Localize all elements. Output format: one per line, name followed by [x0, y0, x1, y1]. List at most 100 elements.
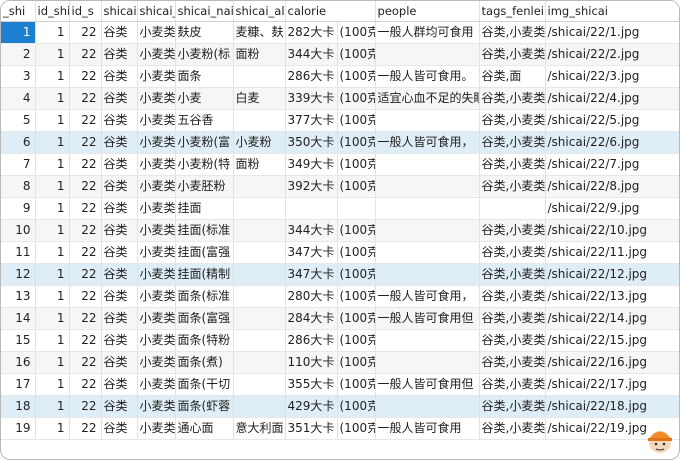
- cell-name[interactable]: 面条(标准: [175, 285, 234, 308]
- cell-calorie[interactable]: 347大卡: [285, 241, 338, 264]
- table-row[interactable]: 15122谷类小麦类面条(特粉 286大卡(100克 谷类,小麦类/shicai/2…: [1, 329, 679, 352]
- cell-name[interactable]: 面条: [175, 65, 234, 88]
- cell-tags[interactable]: 谷类,面: [479, 65, 546, 88]
- cell-name[interactable]: 小麦粉(富: [175, 131, 234, 154]
- cell-id-s[interactable]: 22: [69, 285, 102, 308]
- cell-tags[interactable]: 谷类,小麦类: [479, 153, 546, 176]
- cell-id-shi[interactable]: 1: [35, 153, 70, 176]
- row-number-cell[interactable]: 5: [1, 109, 36, 132]
- cell-name[interactable]: 小麦粉(标: [175, 43, 234, 66]
- cell-people[interactable]: [375, 351, 480, 374]
- cell-tags[interactable]: 谷类,小麦类: [479, 131, 546, 154]
- cell-alias[interactable]: [233, 175, 286, 198]
- cell-category[interactable]: 谷类: [101, 351, 138, 374]
- cell-people[interactable]: [375, 43, 480, 66]
- row-number-cell[interactable]: 19: [1, 417, 36, 440]
- row-number-cell[interactable]: 17: [1, 373, 36, 396]
- column-header[interactable]: shicai_: [137, 1, 176, 22]
- cell-calorie-unit[interactable]: (100克: [337, 263, 376, 286]
- cell-name[interactable]: 面条(煮): [175, 351, 234, 374]
- cell-img-path[interactable]: /shicai/22/16.jpg: [545, 351, 679, 374]
- cell-subcategory[interactable]: 小麦类: [137, 65, 176, 88]
- column-header[interactable]: id_shi: [35, 1, 70, 22]
- table-row[interactable]: 19122谷类小麦类通心面意大利面351大卡(100克一般人皆可食用谷类,小麦类…: [1, 417, 679, 440]
- cell-alias[interactable]: [233, 65, 286, 88]
- cell-category[interactable]: 谷类: [101, 373, 138, 396]
- cell-subcategory[interactable]: 小麦类: [137, 351, 176, 374]
- cell-people[interactable]: [375, 241, 480, 264]
- cell-category[interactable]: 谷类: [101, 175, 138, 198]
- cell-id-s[interactable]: 22: [69, 329, 102, 352]
- cell-img-path[interactable]: /shicai/22/17.jpg: [545, 373, 679, 396]
- cell-subcategory[interactable]: 小麦类: [137, 197, 176, 220]
- cell-calorie-unit[interactable]: (100克: [337, 109, 376, 132]
- cell-name[interactable]: 面条(富强: [175, 307, 234, 330]
- cell-calorie[interactable]: 339大卡: [285, 87, 338, 110]
- cell-calorie[interactable]: 344大卡: [285, 219, 338, 242]
- cell-alias[interactable]: [233, 307, 286, 330]
- cell-id-shi[interactable]: 1: [35, 21, 70, 44]
- row-number-cell[interactable]: 1: [1, 21, 36, 44]
- cell-id-shi[interactable]: 1: [35, 241, 70, 264]
- cell-calorie[interactable]: 344大卡: [285, 43, 338, 66]
- cell-calorie[interactable]: 284大卡: [285, 307, 338, 330]
- cell-subcategory[interactable]: 小麦类: [137, 43, 176, 66]
- cell-category[interactable]: 谷类: [101, 219, 138, 242]
- row-number-cell[interactable]: 4: [1, 87, 36, 110]
- table-row[interactable]: 13122谷类小麦类面条(标准 280大卡(100克一般人皆可食用，谷类,小麦类/…: [1, 285, 679, 308]
- cell-tags[interactable]: 谷类,小麦类: [479, 285, 546, 308]
- column-header[interactable]: img_shicai: [545, 1, 679, 22]
- cell-calorie[interactable]: 355大卡: [285, 373, 338, 396]
- cell-img-path[interactable]: /shicai/22/6.jpg: [545, 131, 679, 154]
- row-number-cell[interactable]: 9: [1, 197, 36, 220]
- cell-category[interactable]: 谷类: [101, 197, 138, 220]
- cell-name[interactable]: 面条(特粉: [175, 329, 234, 352]
- cell-subcategory[interactable]: 小麦类: [137, 241, 176, 264]
- cell-alias[interactable]: [233, 197, 286, 220]
- cell-category[interactable]: 谷类: [101, 417, 138, 440]
- cell-id-shi[interactable]: 1: [35, 87, 70, 110]
- cell-people[interactable]: [375, 153, 480, 176]
- column-header[interactable]: shicai_ali: [233, 1, 286, 22]
- cell-calorie-unit[interactable]: (100克: [337, 395, 376, 418]
- cell-name[interactable]: 面条(干切: [175, 373, 234, 396]
- cell-id-s[interactable]: 22: [69, 43, 102, 66]
- cell-category[interactable]: 谷类: [101, 87, 138, 110]
- cell-img-path[interactable]: /shicai/22/1.jpg: [545, 21, 679, 44]
- cell-alias[interactable]: [233, 263, 286, 286]
- cell-id-shi[interactable]: 1: [35, 131, 70, 154]
- cell-name[interactable]: 小麦胚粉: [175, 175, 234, 198]
- cell-people[interactable]: 适宜心血不足的失眠: [375, 87, 480, 110]
- cell-people[interactable]: 一般人皆可食用，: [375, 131, 480, 154]
- cell-calorie-unit[interactable]: (100克: [337, 417, 376, 440]
- cell-people[interactable]: 一般人皆可食用，: [375, 285, 480, 308]
- column-header[interactable]: _shi: [1, 1, 36, 22]
- cell-people[interactable]: 一般人皆可食用。: [375, 65, 480, 88]
- column-header[interactable]: id_s: [69, 1, 102, 22]
- cell-alias[interactable]: [233, 351, 286, 374]
- cell-img-path[interactable]: /shicai/22/8.jpg: [545, 175, 679, 198]
- cell-subcategory[interactable]: 小麦类: [137, 263, 176, 286]
- cell-calorie[interactable]: 429大卡: [285, 395, 338, 418]
- row-number-cell[interactable]: 12: [1, 263, 36, 286]
- cell-people[interactable]: 一般人群均可食用: [375, 21, 480, 44]
- table-row[interactable]: 2122谷类小麦类小麦粉(标面粉344大卡(100克 谷类,小麦类/shicai/…: [1, 43, 679, 66]
- cell-category[interactable]: 谷类: [101, 395, 138, 418]
- cell-category[interactable]: 谷类: [101, 109, 138, 132]
- cell-name[interactable]: 挂面: [175, 197, 234, 220]
- table-row[interactable]: 18122谷类小麦类面条(虾蓉 429大卡(100克 谷类,小麦类/shicai/2…: [1, 395, 679, 418]
- cell-img-path[interactable]: /shicai/22/9.jpg: [545, 197, 679, 220]
- cell-calorie-unit[interactable]: (100克: [337, 219, 376, 242]
- cell-id-shi[interactable]: 1: [35, 263, 70, 286]
- table-row[interactable]: 3122谷类小麦类面条 286大卡(100克一般人皆可食用。谷类,面/shicai…: [1, 65, 679, 88]
- cell-alias[interactable]: 面粉: [233, 43, 286, 66]
- cell-calorie[interactable]: 351大卡: [285, 417, 338, 440]
- cell-id-s[interactable]: 22: [69, 153, 102, 176]
- cell-calorie[interactable]: 110大卡: [285, 351, 338, 374]
- cell-subcategory[interactable]: 小麦类: [137, 131, 176, 154]
- cell-id-s[interactable]: 22: [69, 307, 102, 330]
- cell-category[interactable]: 谷类: [101, 263, 138, 286]
- cell-tags[interactable]: 谷类,小麦类: [479, 263, 546, 286]
- cell-img-path[interactable]: /shicai/22/12.jpg: [545, 263, 679, 286]
- row-number-cell[interactable]: 11: [1, 241, 36, 264]
